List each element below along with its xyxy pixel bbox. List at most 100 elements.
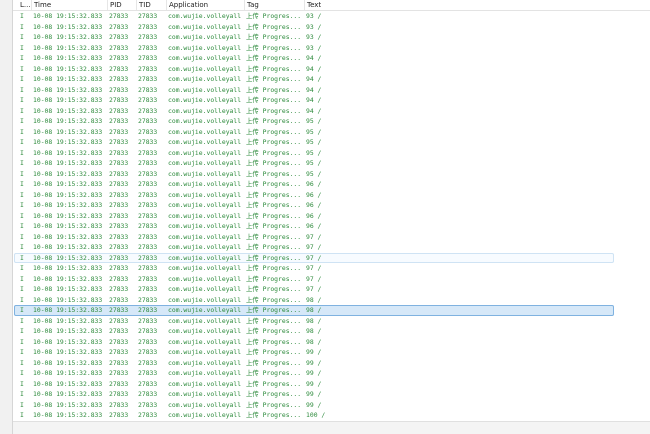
log-row[interactable]: I 10-08 19:15:32.833 27833 27833 com.wujie.v… xyxy=(12,368,650,379)
log-row[interactable]: I 10-08 19:15:32.833 27833 27833 com.wujie.v… xyxy=(12,316,650,327)
log-pid: 27833 xyxy=(109,222,129,230)
log-row[interactable]: I 10-08 19:15:32.833 27833 27833 com.wujie.v… xyxy=(12,116,650,127)
log-pid: 27833 xyxy=(109,358,129,367)
log-tid: 27833 xyxy=(138,22,158,31)
log-row[interactable]: I 10-08 19:15:32.833 27833 27833 com.wujie.v… xyxy=(12,169,650,180)
log-pid: 27833 xyxy=(109,190,129,199)
log-row[interactable]: I 10-08 19:15:32.833 27833 27833 com.wujie.v… xyxy=(12,137,650,148)
log-row[interactable]: I 10-08 19:15:32.833 27833 27833 com.wujie.v… xyxy=(12,85,650,96)
log-tag: 上传 Progres... xyxy=(246,190,302,199)
column-header-level[interactable]: L... xyxy=(20,0,31,10)
log-text: 94 / xyxy=(306,75,322,83)
log-row[interactable]: I 10-08 19:15:32.833 27833 27833 com.wujie.v… xyxy=(12,337,650,348)
log-tid: 27833 xyxy=(138,253,158,262)
log-application: com.wujie.volleyall xyxy=(168,243,242,251)
column-divider[interactable] xyxy=(107,0,108,10)
log-time: 10-08 19:15:32.833 xyxy=(33,379,103,388)
log-row[interactable]: I 10-08 19:15:32.833 27833 27833 com.wujie.v… xyxy=(12,22,650,33)
log-row[interactable]: I 10-08 19:15:32.833 27833 27833 com.wujie.v… xyxy=(12,389,650,400)
log-row[interactable]: I 10-08 19:15:32.833 27833 27833 com.wujie.v… xyxy=(12,295,650,306)
log-list[interactable]: I 10-08 19:15:32.833 27833 27833 com.wujie.v… xyxy=(12,11,650,419)
log-pid: 27833 xyxy=(109,75,129,83)
log-application: com.wujie.volleyall xyxy=(168,180,242,188)
log-tag: 上传 Progres... xyxy=(246,22,302,31)
log-row[interactable]: I 10-08 19:15:32.833 27833 27833 com.wujie.v… xyxy=(12,64,650,75)
log-row[interactable]: I 10-08 19:15:32.833 27833 27833 com.wujie.v… xyxy=(12,410,650,419)
log-level: I xyxy=(20,264,24,272)
log-text: 98 / xyxy=(306,306,322,314)
column-divider[interactable] xyxy=(304,0,305,10)
log-level: I xyxy=(20,285,24,293)
log-row[interactable]: I 10-08 19:15:32.833 27833 27833 com.wujie.v… xyxy=(12,95,650,106)
column-divider[interactable] xyxy=(166,0,167,10)
column-header-time[interactable]: Time xyxy=(34,0,51,10)
log-text: 97 / xyxy=(306,285,322,293)
log-level: I xyxy=(20,316,24,325)
log-row[interactable]: I 10-08 19:15:32.833 27833 27833 com.wujie.v… xyxy=(12,379,650,390)
log-row[interactable]: I 10-08 19:15:32.833 27833 27833 com.wujie.v… xyxy=(12,32,650,43)
log-row[interactable]: I 10-08 19:15:32.833 27833 27833 com.wujie.v… xyxy=(12,148,650,159)
log-application: com.wujie.volleyall xyxy=(168,12,242,20)
log-row[interactable]: I 10-08 19:15:32.833 27833 27833 com.wujie.v… xyxy=(12,284,650,295)
log-row[interactable]: I 10-08 19:15:32.833 27833 27833 com.wujie.v… xyxy=(12,11,650,22)
log-row[interactable]: I 10-08 19:15:32.833 27833 27833 com.wujie.v… xyxy=(12,232,650,243)
log-row[interactable]: I 10-08 19:15:32.833 27833 27833 com.wujie.v… xyxy=(12,326,650,337)
log-row[interactable]: I 10-08 19:15:32.833 27833 27833 com.wujie.v… xyxy=(12,106,650,117)
column-header-text[interactable]: Text xyxy=(307,0,321,10)
log-application: com.wujie.volleyall xyxy=(168,285,242,293)
log-time: 10-08 19:15:32.833 xyxy=(33,169,103,178)
log-tag: 上传 Progres... xyxy=(246,85,302,94)
log-tid: 27833 xyxy=(138,33,158,41)
log-row[interactable]: I 10-08 19:15:32.833 27833 27833 com.wujie.v… xyxy=(12,263,650,274)
log-tag: 上传 Progres... xyxy=(246,75,302,83)
log-row[interactable]: I 10-08 19:15:32.833 27833 27833 com.wujie.v… xyxy=(12,358,650,369)
log-row[interactable]: I 10-08 19:15:32.833 27833 27833 com.wujie.v… xyxy=(12,74,650,85)
log-time: 10-08 19:15:32.833 xyxy=(33,43,103,52)
log-pid: 27833 xyxy=(109,337,129,346)
column-divider[interactable] xyxy=(244,0,245,10)
log-level: I xyxy=(20,369,24,377)
log-row[interactable]: I 10-08 19:15:32.833 27833 27833 com.wujie.v… xyxy=(12,347,650,358)
log-text: 97 / xyxy=(306,274,322,283)
log-pid: 27833 xyxy=(109,96,129,104)
log-text: 95 / xyxy=(306,148,322,157)
log-row[interactable]: I 10-08 19:15:32.833 27833 27833 com.wujie.v… xyxy=(12,179,650,190)
log-row[interactable]: I 10-08 19:15:32.833 27833 27833 com.wujie.v… xyxy=(12,211,650,222)
log-tid: 27833 xyxy=(138,264,158,272)
column-header-tag[interactable]: Tag xyxy=(247,0,259,10)
log-row[interactable]: I 10-08 19:15:32.833 27833 27833 com.wujie.v… xyxy=(12,53,650,64)
log-row[interactable]: I 10-08 19:15:32.833 27833 27833 com.wujie.v… xyxy=(14,305,614,316)
log-level: I xyxy=(20,327,24,335)
log-application: com.wujie.volleyall xyxy=(168,64,242,73)
log-application: com.wujie.volleyall xyxy=(168,348,242,356)
log-row[interactable]: I 10-08 19:15:32.833 27833 27833 com.wujie.v… xyxy=(12,127,650,138)
log-row[interactable]: I 10-08 19:15:32.833 27833 27833 com.wujie.v… xyxy=(12,200,650,211)
log-time: 10-08 19:15:32.833 xyxy=(33,85,103,94)
log-row[interactable]: I 10-08 19:15:32.833 27833 27833 com.wujie.v… xyxy=(12,158,650,169)
log-level: I xyxy=(20,96,24,104)
log-tid: 27833 xyxy=(138,327,158,335)
log-row[interactable]: I 10-08 19:15:32.833 27833 27833 com.wujie.v… xyxy=(12,400,650,411)
log-level: I xyxy=(20,106,24,115)
log-row[interactable]: I 10-08 19:15:32.833 27833 27833 com.wujie.v… xyxy=(12,242,650,253)
column-header-tid[interactable]: TID xyxy=(139,0,151,10)
log-pid: 27833 xyxy=(109,138,129,146)
log-row[interactable]: I 10-08 19:15:32.833 27833 27833 com.wujie.v… xyxy=(12,221,650,232)
column-header-pid[interactable]: PID xyxy=(110,0,122,10)
horizontal-scrollbar[interactable] xyxy=(12,421,650,434)
column-header-application[interactable]: Application xyxy=(169,0,208,10)
log-time: 10-08 19:15:32.833 xyxy=(33,400,103,409)
column-divider[interactable] xyxy=(136,0,137,10)
log-tid: 27833 xyxy=(138,190,158,199)
log-tid: 27833 xyxy=(138,85,158,94)
log-row[interactable]: I 10-08 19:15:32.833 27833 27833 com.wujie.v… xyxy=(12,190,650,201)
log-row[interactable]: I 10-08 19:15:32.833 27833 27833 com.wujie.v… xyxy=(12,274,650,285)
column-divider[interactable] xyxy=(31,0,32,10)
log-text: 96 / xyxy=(306,190,322,199)
log-row[interactable]: I 10-08 19:15:32.833 27833 27833 com.wujie.v… xyxy=(12,43,650,54)
log-tag: 上传 Progres... xyxy=(246,117,302,125)
log-row[interactable]: I 10-08 19:15:32.833 27833 27833 com.wujie.v… xyxy=(14,252,614,263)
log-tid: 27833 xyxy=(138,106,158,115)
log-tag: 上传 Progres... xyxy=(246,285,302,293)
log-tag: 上传 Progres... xyxy=(246,54,302,62)
